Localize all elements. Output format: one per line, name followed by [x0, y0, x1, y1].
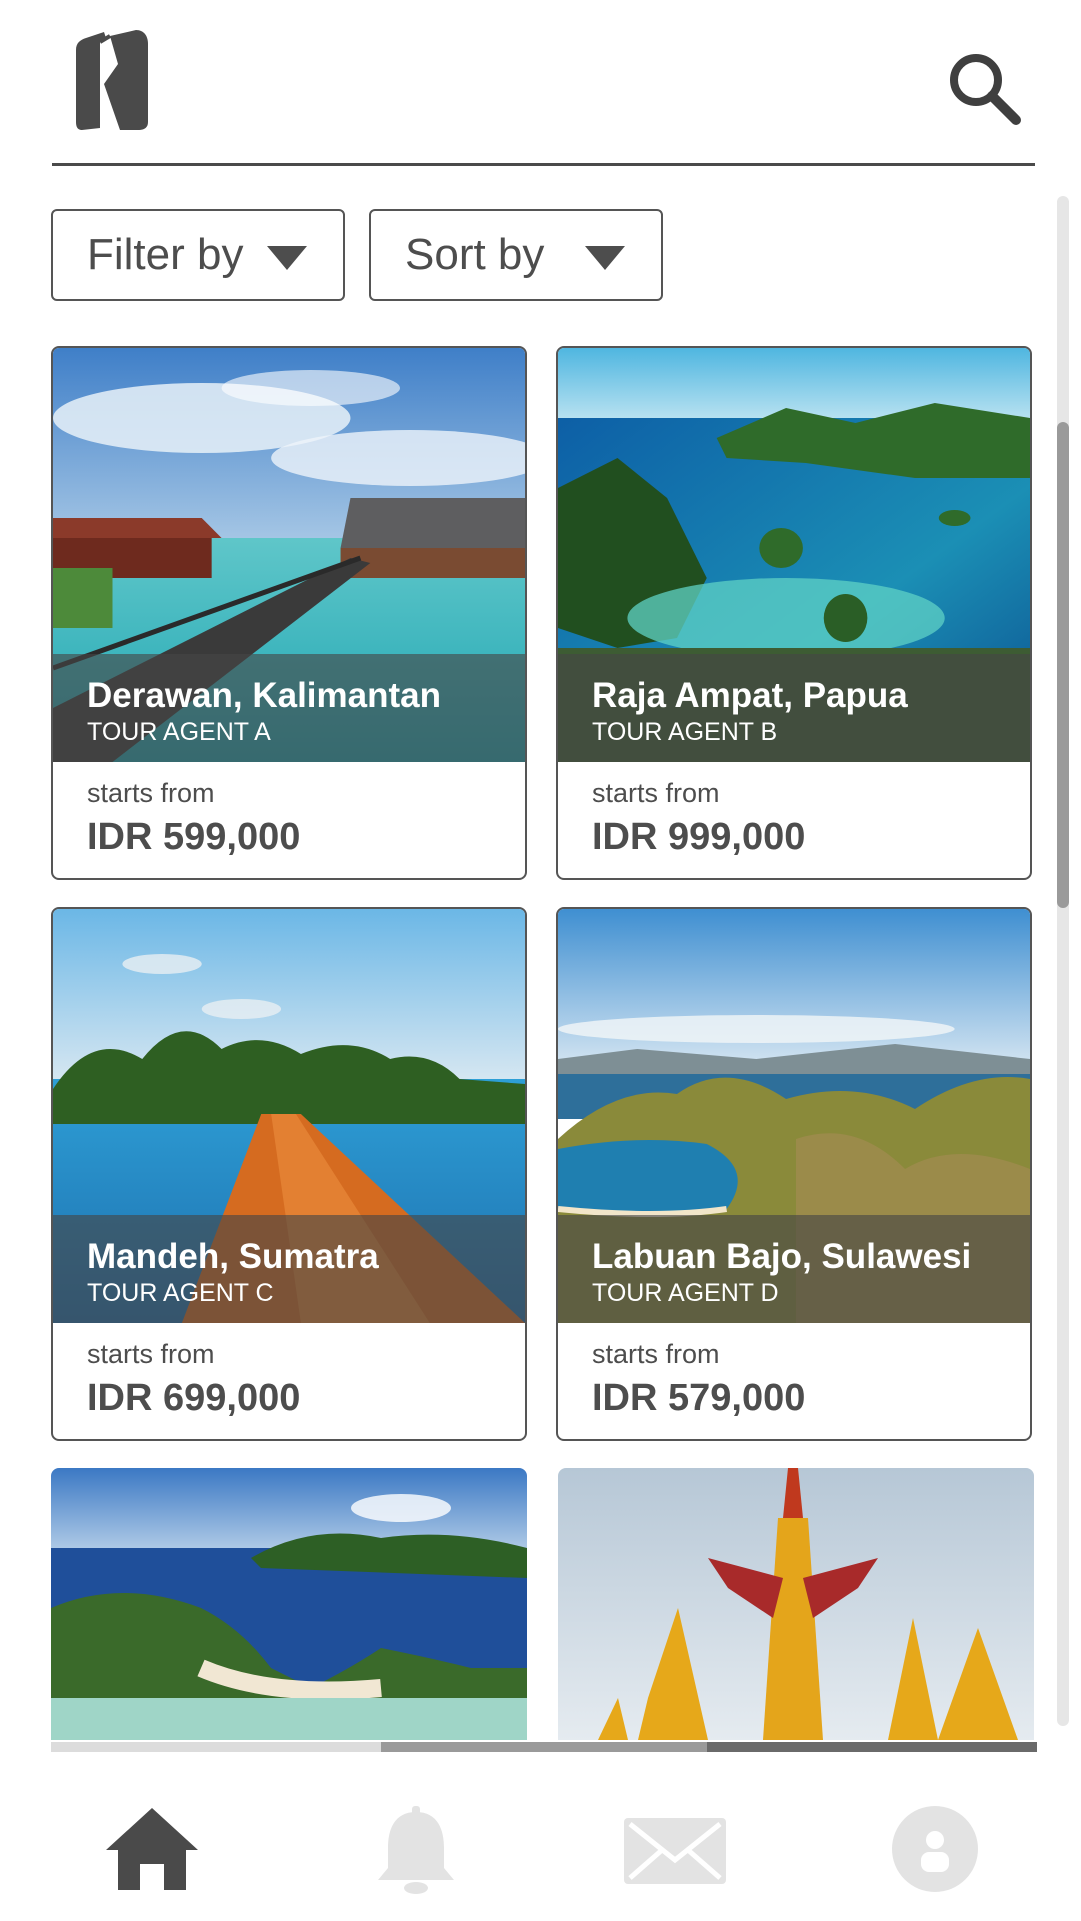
tour-agent: TOUR AGENT C [87, 1279, 274, 1307]
tour-card-partial[interactable] [51, 1468, 527, 1740]
tour-card[interactable]: Derawan, Kalimantan TOUR AGENT A starts … [51, 346, 527, 880]
tour-price: IDR 699,000 [87, 1377, 301, 1419]
starts-from-label: starts from [87, 778, 215, 808]
tour-caption: Raja Ampat, Papua TOUR AGENT B [558, 654, 1030, 762]
starts-from-label: starts from [592, 1339, 720, 1369]
profile-icon[interactable] [890, 1804, 980, 1894]
caret-down-icon [585, 246, 625, 270]
tour-card[interactable]: Labuan Bajo, Sulawesi TOUR AGENT D start… [556, 907, 1032, 1441]
tour-caption: Mandeh, Sumatra TOUR AGENT C [53, 1215, 525, 1323]
caret-down-icon [267, 246, 307, 270]
home-icon[interactable] [102, 1804, 202, 1894]
sort-label: Sort by [405, 230, 545, 279]
k-logo-icon[interactable] [70, 30, 154, 134]
filter-label: Filter by [87, 230, 244, 279]
tour-name: Mandeh, Sumatra [87, 1237, 379, 1276]
page-indicator-active[interactable] [381, 1742, 707, 1752]
bell-icon[interactable] [366, 1804, 466, 1894]
mail-icon[interactable] [622, 1804, 728, 1894]
tour-card[interactable]: Mandeh, Sumatra TOUR AGENT C starts from… [51, 907, 527, 1441]
starts-from-label: starts from [87, 1339, 215, 1369]
page-indicator-segment[interactable] [51, 1742, 381, 1752]
app-header [0, 0, 1081, 166]
sort-dropdown[interactable]: Sort by [369, 209, 663, 301]
filter-dropdown[interactable]: Filter by [51, 209, 345, 301]
tour-name: Derawan, Kalimantan [87, 676, 441, 715]
bottom-navigation [0, 1752, 1081, 1921]
page-indicator-segment[interactable] [707, 1742, 1037, 1752]
tour-agent: TOUR AGENT B [592, 718, 778, 746]
tour-agent: TOUR AGENT A [87, 718, 271, 746]
tour-agent: TOUR AGENT D [592, 1279, 779, 1307]
tour-name: Labuan Bajo, Sulawesi [592, 1237, 972, 1276]
header-divider [52, 163, 1035, 166]
vertical-scrollbar-thumb[interactable] [1057, 422, 1069, 908]
starts-from-label: starts from [592, 778, 720, 808]
search-icon[interactable] [944, 48, 1024, 128]
tour-caption: Labuan Bajo, Sulawesi TOUR AGENT D [558, 1215, 1030, 1323]
tour-card-partial[interactable] [558, 1468, 1034, 1740]
tour-price: IDR 999,000 [592, 816, 806, 858]
tour-card[interactable]: Raja Ampat, Papua TOUR AGENT B starts fr… [556, 346, 1032, 880]
tour-caption: Derawan, Kalimantan TOUR AGENT A [53, 654, 525, 762]
tour-price: IDR 579,000 [592, 1377, 806, 1419]
tour-name: Raja Ampat, Papua [592, 676, 908, 715]
tour-price: IDR 599,000 [87, 816, 301, 858]
